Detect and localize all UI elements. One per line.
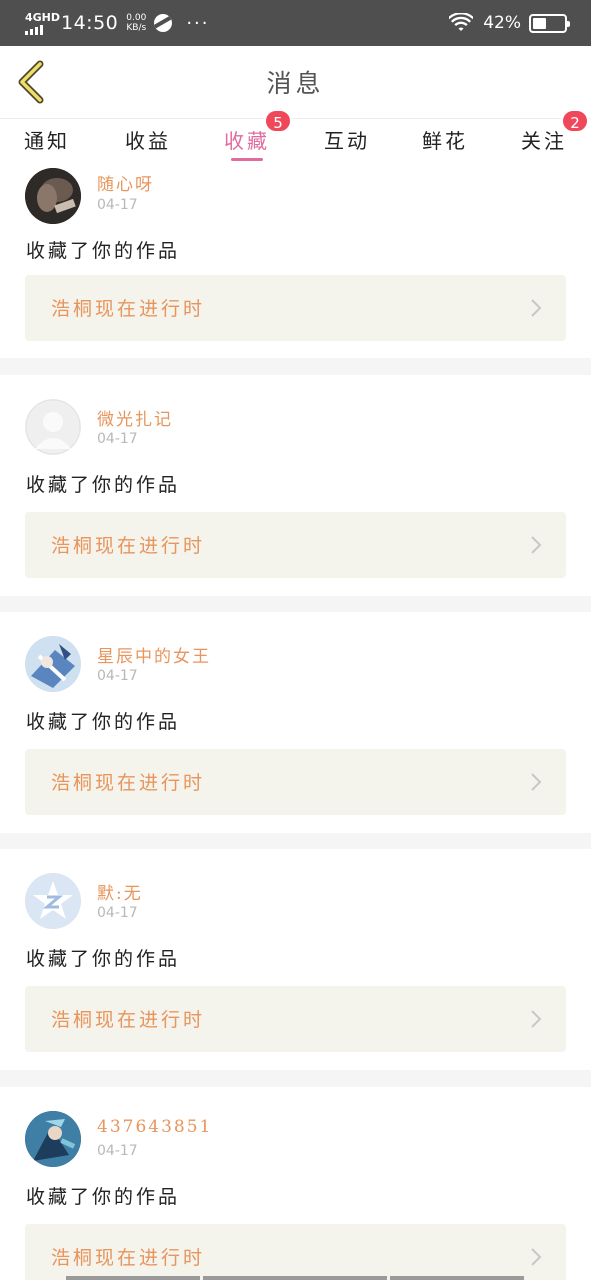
message-list[interactable]: 随心呀 04-17 收藏了你的作品 浩桐现在进行时 微光扎记 04-17 收藏了…: [0, 162, 591, 1280]
work-link[interactable]: 浩桐现在进行时: [25, 749, 566, 815]
list-item[interactable]: 随心呀 04-17 收藏了你的作品 浩桐现在进行时: [0, 162, 591, 358]
tab-interactions[interactable]: 互动: [322, 125, 372, 159]
status-bar-left: 4GHD 14:50 0.00 KB/s ···: [25, 8, 209, 38]
scroll-indicator: [66, 1276, 200, 1280]
network-speed-unit: KB/s: [126, 23, 147, 33]
user-avatar[interactable]: [25, 399, 81, 455]
work-title: 浩桐现在进行时: [51, 1247, 206, 1269]
network-speed: 0.00 KB/s: [126, 13, 146, 33]
scroll-indicator: [203, 1276, 387, 1280]
work-link[interactable]: 浩桐现在进行时: [25, 275, 566, 341]
clock: 14:50: [61, 12, 119, 34]
user-avatar[interactable]: [25, 873, 81, 929]
work-link[interactable]: 浩桐现在进行时: [25, 1224, 566, 1280]
list-item[interactable]: 默:无 04-17 收藏了你的作品 浩桐现在进行时: [0, 849, 591, 1070]
username[interactable]: 星辰中的女王: [97, 642, 211, 667]
active-tab-indicator: [231, 158, 263, 161]
tab-label: 鲜花: [422, 129, 468, 153]
header: 消息: [0, 46, 591, 118]
list-item[interactable]: 微光扎记 04-17 收藏了你的作品 浩桐现在进行时: [0, 375, 591, 596]
follows-badge: 2: [561, 109, 589, 133]
tab-follows[interactable]: 关注: [519, 125, 569, 159]
app-notification-icon: [154, 14, 173, 32]
action-text: 收藏了你的作品: [26, 240, 181, 262]
chevron-right-icon: [531, 773, 542, 791]
work-link[interactable]: 浩桐现在进行时: [25, 986, 566, 1052]
message-date: 04-17: [97, 197, 138, 213]
username[interactable]: 微光扎记: [97, 405, 173, 430]
work-title: 浩桐现在进行时: [51, 1009, 206, 1031]
battery-level: [533, 17, 546, 29]
tab-notifications[interactable]: 通知: [22, 125, 72, 159]
chevron-right-icon: [531, 299, 542, 317]
tab-earnings[interactable]: 收益: [123, 125, 173, 159]
chevron-right-icon: [531, 1010, 542, 1028]
work-link[interactable]: 浩桐现在进行时: [25, 512, 566, 578]
work-title: 浩桐现在进行时: [51, 772, 206, 794]
username[interactable]: 默:无: [97, 879, 143, 904]
user-avatar[interactable]: [25, 1111, 81, 1167]
battery-percent: 42%: [483, 13, 521, 33]
message-date: 04-17: [97, 431, 138, 447]
status-bar: 4GHD 14:50 0.00 KB/s ··· 42%: [0, 0, 591, 46]
tab-bar: 通知 收益 收藏 5 互动 鲜花 关注 2: [0, 109, 591, 162]
wifi-icon: [449, 13, 474, 31]
message-date: 04-17: [97, 668, 138, 684]
chevron-right-icon: [531, 536, 542, 554]
list-item[interactable]: 437643851 04-17 收藏了你的作品 浩桐现在进行时: [0, 1087, 591, 1280]
username[interactable]: 随心呀: [97, 170, 154, 195]
tab-label: 互动: [324, 129, 370, 153]
action-text: 收藏了你的作品: [26, 948, 181, 970]
work-title: 浩桐现在进行时: [51, 298, 206, 320]
network-indicator: 4GHD: [25, 12, 60, 35]
status-bar-right: 42%: [449, 8, 570, 38]
message-date: 04-17: [97, 905, 138, 921]
favorites-badge: 5: [264, 109, 292, 133]
action-text: 收藏了你的作品: [26, 474, 181, 496]
message-date: 04-17: [97, 1143, 138, 1159]
username[interactable]: 437643851: [97, 1117, 212, 1137]
scroll-indicator: [390, 1276, 524, 1280]
action-text: 收藏了你的作品: [26, 1186, 181, 1208]
battery-icon: [529, 13, 570, 33]
page-title: 消息: [266, 69, 325, 98]
list-item[interactable]: 星辰中的女王 04-17 收藏了你的作品 浩桐现在进行时: [0, 612, 591, 833]
more-notifications-icon: ···: [186, 12, 210, 34]
tab-label: 收益: [125, 129, 171, 153]
work-title: 浩桐现在进行时: [51, 535, 206, 557]
network-type: 4GHD: [25, 10, 61, 24]
tab-label: 关注: [521, 129, 567, 153]
user-avatar[interactable]: [25, 168, 81, 224]
network-speed-value: 0.00: [126, 13, 147, 23]
signal-icon: [25, 24, 43, 35]
action-text: 收藏了你的作品: [26, 711, 181, 733]
tab-flowers[interactable]: 鲜花: [420, 125, 470, 159]
tab-label: 通知: [24, 129, 70, 153]
user-avatar[interactable]: [25, 636, 81, 692]
tab-favorites[interactable]: 收藏: [222, 125, 272, 161]
chevron-right-icon: [531, 1248, 542, 1266]
tab-label: 收藏: [224, 129, 270, 153]
